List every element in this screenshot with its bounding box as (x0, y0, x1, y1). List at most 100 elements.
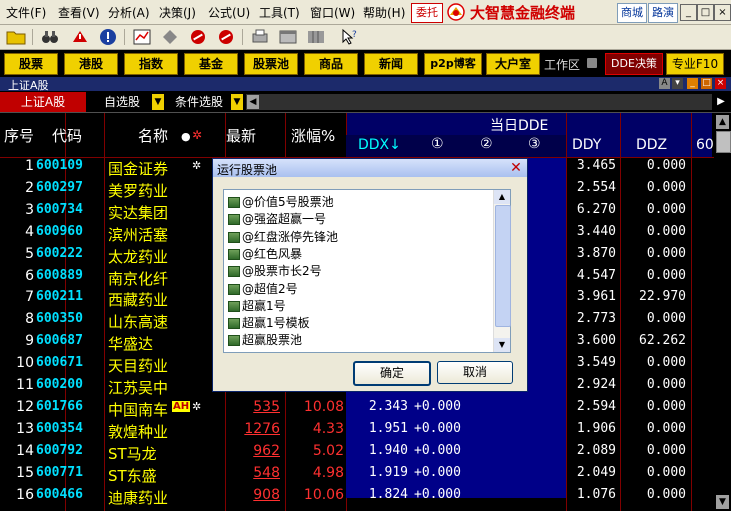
menu-tools[interactable]: 工具(T) (259, 4, 300, 21)
title-minimize-icon[interactable]: _ (687, 78, 698, 89)
row-code[interactable]: 600889 (36, 268, 96, 283)
title-a-badge[interactable]: A (659, 78, 670, 89)
alert-icon[interactable] (70, 28, 90, 46)
row-name[interactable]: ST马龙 (108, 443, 178, 464)
title-dropdown-icon[interactable]: ▾ (672, 78, 683, 89)
roadshow-link[interactable]: 路演 (648, 3, 678, 23)
row-code[interactable]: 600687 (36, 333, 96, 348)
grid-icon[interactable] (306, 28, 326, 46)
row-code[interactable]: 600109 (36, 158, 96, 173)
row-code[interactable]: 600211 (36, 289, 96, 304)
minimize-button[interactable]: _ (680, 4, 697, 21)
tab-watchlist[interactable]: 自选股 (94, 92, 150, 112)
row-price[interactable]: 548 (226, 465, 280, 481)
row-name[interactable]: 山东高速 (108, 311, 178, 332)
header-col60[interactable]: 60 (696, 137, 714, 153)
scroll-up-icon[interactable]: ▲ (716, 115, 729, 129)
row-name[interactable]: ST东盛 (108, 465, 178, 486)
row-name[interactable]: 南京化纤 (108, 268, 178, 289)
workarea-label[interactable]: 工作区 (544, 56, 580, 73)
header-ddy[interactable]: DDY (572, 137, 601, 153)
header-change[interactable]: 涨幅% (291, 125, 335, 146)
help-cursor-icon[interactable]: ? (340, 28, 360, 46)
table-row[interactable]: 12 601766 中国南车 AH ✲ 535 10.08 2.343 +0.000 2.594 0… (0, 397, 714, 419)
header-ddz[interactable]: DDZ (636, 137, 667, 153)
scroll-thumb[interactable] (716, 131, 731, 153)
watchlist-dropdown-icon[interactable]: ▼ (152, 94, 164, 110)
header-seq[interactable]: 序号 (4, 125, 34, 146)
stock-pool-item[interactable]: @红盘涨停先锋池 (228, 229, 490, 245)
stock-pool-item[interactable]: @股票市长2号 (228, 263, 490, 279)
ok-button[interactable]: 确定 (353, 361, 431, 386)
entrust-button[interactable]: 委托 (411, 3, 443, 23)
list-scroll-down-icon[interactable]: ▼ (494, 338, 510, 352)
row-code[interactable]: 600960 (36, 224, 96, 239)
condition-dropdown-icon[interactable]: ▼ (231, 94, 243, 110)
header-c2[interactable]: ② (480, 136, 493, 152)
no-icon[interactable] (188, 28, 208, 46)
cancel-button[interactable]: 取消 (437, 361, 513, 384)
maximize-button[interactable]: □ (697, 4, 714, 21)
row-name[interactable]: 太龙药业 (108, 246, 178, 267)
menu-view[interactable]: 查看(V) (58, 4, 100, 21)
title-close-icon[interactable]: × (715, 78, 726, 89)
header-ddx[interactable]: DDX↓ (358, 137, 401, 153)
header-name-gear-icon[interactable]: ✲ (192, 128, 202, 142)
stock-pool-item[interactable]: 超赢股票池 (228, 332, 490, 348)
row-price[interactable]: 908 (226, 487, 280, 503)
p2p-blog-button[interactable]: p2p博客 (424, 53, 482, 75)
row-code[interactable]: 600222 (36, 246, 96, 261)
commodity-button[interactable]: 商品 (304, 53, 358, 75)
scroll-down-icon[interactable]: ▼ (716, 495, 729, 509)
row-name[interactable]: 实达集团 (108, 202, 178, 223)
stock-pool-item[interactable]: 超赢1号 (228, 298, 490, 314)
mail-icon[interactable] (587, 58, 597, 68)
print-icon[interactable] (250, 28, 270, 46)
close-button[interactable]: × (714, 4, 731, 21)
list-scroll-up-icon[interactable]: ▲ (494, 190, 510, 204)
title-restore-icon[interactable]: □ (701, 78, 712, 89)
menu-decision[interactable]: 决策(J) (159, 4, 196, 21)
row-name[interactable]: 迪康药业 (108, 487, 178, 508)
header-name[interactable]: 名称 (138, 125, 168, 146)
ban-icon[interactable] (216, 28, 236, 46)
mall-link[interactable]: 商城 (617, 3, 647, 23)
stock-pool-item[interactable]: @超值2号 (228, 281, 490, 297)
stock-button[interactable]: 股票 (4, 53, 58, 75)
dde-decision-button[interactable]: DDE决策 (605, 53, 663, 75)
row-code[interactable]: 600354 (36, 421, 96, 436)
open-folder-icon[interactable] (6, 28, 26, 46)
row-name[interactable]: 西藏药业 (108, 289, 178, 310)
stock-pool-item[interactable]: @价值5号股票池 (228, 194, 490, 210)
row-name[interactable]: 敦煌种业 (108, 421, 178, 442)
row-code[interactable]: 600671 (36, 355, 96, 370)
tab-scroll-right-icon[interactable]: ▶ (714, 94, 728, 110)
row-code[interactable]: 600350 (36, 311, 96, 326)
stock-pool-button[interactable]: 股票池 (244, 53, 298, 75)
row-price[interactable]: 962 (226, 443, 280, 459)
row-name[interactable]: 美罗药业 (108, 180, 178, 201)
menu-file[interactable]: 文件(F) (6, 4, 46, 21)
tab-scroll-left-icon[interactable]: ◀ (247, 95, 259, 109)
index-button[interactable]: 指数 (124, 53, 178, 75)
diamond-icon[interactable] (160, 28, 180, 46)
row-code[interactable]: 600771 (36, 465, 96, 480)
chart-icon[interactable] (132, 28, 152, 46)
list-scroll-thumb[interactable] (495, 205, 511, 327)
dialog-title-bar[interactable]: 运行股票池 ✕ (213, 159, 527, 177)
stock-pool-item[interactable]: 超赢1号模板 (228, 315, 490, 331)
vip-room-button[interactable]: 大户室 (486, 53, 540, 75)
row-code[interactable]: 600734 (36, 202, 96, 217)
dialog-close-icon[interactable]: ✕ (509, 161, 523, 175)
row-name[interactable]: 中国南车 (108, 399, 178, 420)
fund-button[interactable]: 基金 (184, 53, 238, 75)
row-name[interactable]: 华盛达 (108, 333, 178, 354)
window-icon[interactable] (278, 28, 298, 46)
menu-help[interactable]: 帮助(H) (363, 4, 405, 21)
stock-pool-list[interactable]: @价值5号股票池 @强盗超赢一号 @红盘涨停先锋池 @红色风暴 @股票市长2号 @超值2号… (223, 189, 511, 353)
tab-shanghai-a[interactable]: 上证A股 (0, 92, 86, 112)
tab-scrollbar[interactable] (246, 94, 712, 110)
stock-pool-item[interactable]: @强盗超赢一号 (228, 211, 490, 227)
row-name[interactable]: 滨州活塞 (108, 224, 178, 245)
row-name[interactable]: 天目药业 (108, 355, 178, 376)
